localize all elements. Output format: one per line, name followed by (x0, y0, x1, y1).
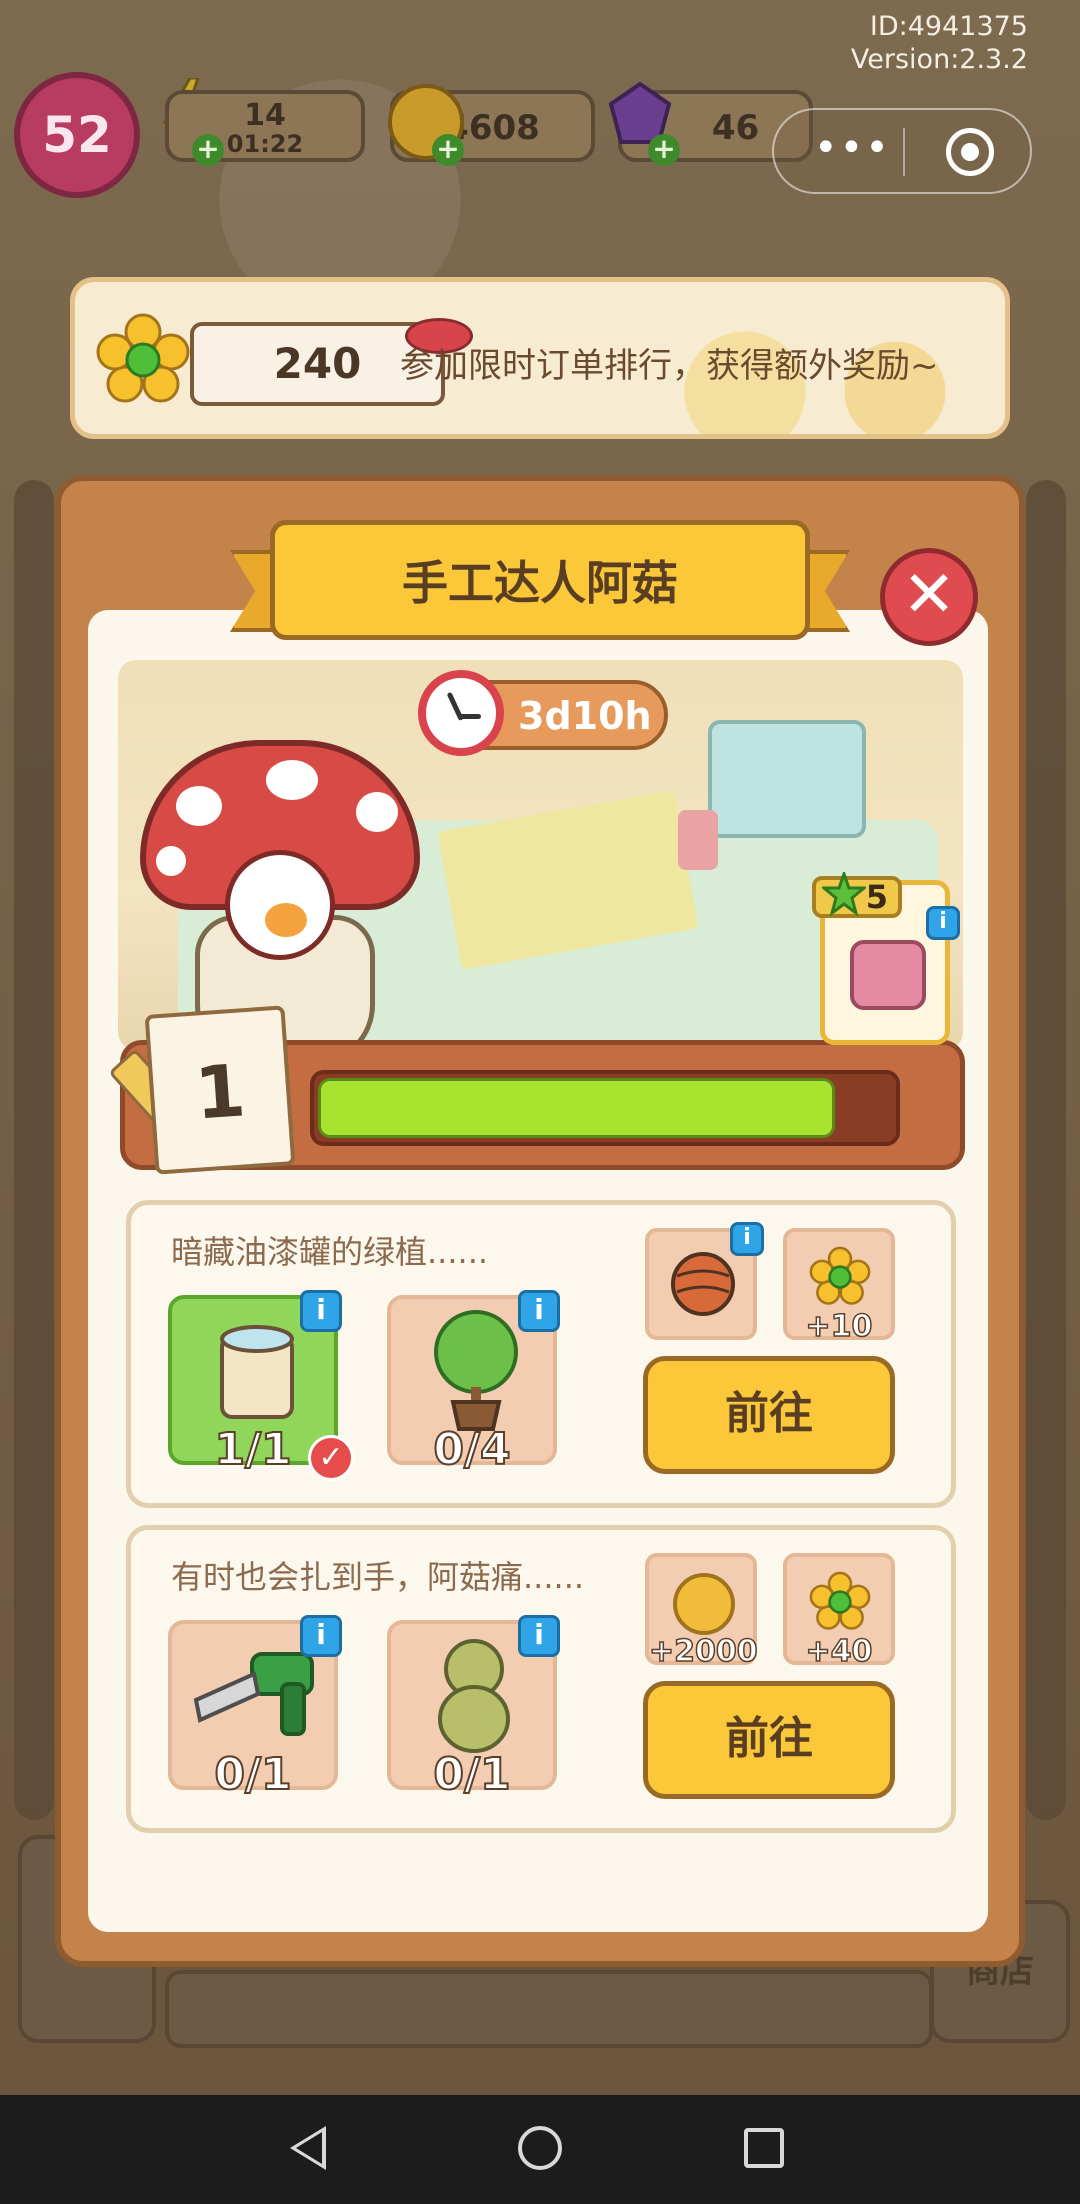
flower-icon (809, 1571, 871, 1630)
capsule-divider (903, 128, 905, 176)
background-board-left (14, 480, 54, 1820)
task-reward-slot[interactable]: +10 (783, 1228, 895, 1345)
add-energy-button[interactable]: + (192, 134, 224, 166)
scene-spool (678, 810, 718, 870)
task-reward-slot[interactable]: +2000 (645, 1553, 758, 1670)
info-icon[interactable]: i (730, 1222, 764, 1256)
task-reward-amount: +2000 (648, 1633, 758, 1670)
task-item-count: 0/1 (432, 1748, 511, 1801)
home-icon[interactable] (518, 2126, 562, 2170)
progress-level-card: 1 (144, 1005, 296, 1175)
ribbon-body: 手工达人阿菇 (270, 520, 810, 640)
yarn-bag-icon (671, 1252, 735, 1316)
event-timer-text: 3d10h (518, 694, 652, 738)
progress-level: 1 (192, 1048, 249, 1136)
info-icon[interactable]: i (518, 1290, 560, 1332)
task-description: 有时也会扎到手，阿菇痛...... (171, 1558, 585, 1596)
flower-icon (96, 313, 190, 403)
star-reward-value: 5 (865, 878, 888, 916)
progress-bar-fill (318, 1078, 835, 1138)
scene-basket (708, 720, 866, 838)
back-icon-inner (296, 2132, 322, 2164)
mushroom-beak (265, 903, 307, 937)
handbag-icon (850, 940, 926, 1010)
task-reward-amount: +40 (805, 1633, 873, 1670)
plush-bear-icon (438, 1639, 510, 1753)
paint-can-icon (220, 1325, 294, 1419)
add-gems-button[interactable]: + (648, 134, 680, 166)
add-coins-button[interactable]: + (432, 134, 464, 166)
level-number: 52 (42, 106, 112, 164)
task-item-count: 0/1 (213, 1748, 292, 1801)
close-miniprogram-icon[interactable] (946, 128, 994, 176)
go-button[interactable]: 前往 (643, 1356, 895, 1474)
clock-icon (418, 670, 504, 756)
background-board-right (1026, 480, 1066, 1820)
recent-apps-icon[interactable] (744, 2128, 784, 2168)
star-icon (822, 872, 866, 916)
completed-check-icon: ✓ (308, 1435, 354, 1481)
task-reward-amount: +10 (805, 1308, 873, 1345)
build-info: ID:4941375 Version:2.3.2 (851, 10, 1028, 76)
potted-plant-icon (434, 1310, 518, 1431)
progress-bar (310, 1070, 900, 1146)
panel-title-ribbon: 手工达人阿菇 (230, 520, 850, 648)
ranking-banner[interactable]: 240 参加限时订单排行，获得额外奖励~ (70, 277, 1010, 439)
background-tray (165, 1970, 933, 2048)
drill-saw-icon (193, 1652, 314, 1736)
info-icon[interactable]: i (518, 1615, 560, 1657)
go-button[interactable]: 前往 (643, 1681, 895, 1799)
version-label: Version:2.3.2 (850, 44, 1028, 75)
banner-text: 参加限时订单排行，获得额外奖励~ (400, 346, 939, 386)
panel-title: 手工达人阿菇 (402, 556, 678, 610)
task-description: 暗藏油漆罐的绿植...... (171, 1233, 489, 1271)
miniprogram-capsule: ••• (772, 108, 1032, 194)
event-timer: 3d10h (418, 670, 668, 756)
level-badge[interactable]: 52 (14, 72, 140, 198)
energy-value: 14 (244, 98, 286, 133)
stage-reward-info-icon[interactable]: i (926, 906, 960, 940)
flower-icon (809, 1246, 871, 1305)
task-reward-slot[interactable]: +40 (783, 1553, 895, 1670)
task-item-count: 0/4 (432, 1423, 511, 1476)
info-icon[interactable]: i (300, 1615, 342, 1657)
close-button[interactable]: ✕ (880, 548, 978, 646)
more-menu-icon[interactable]: ••• (814, 128, 891, 168)
player-id: ID:4941375 (869, 11, 1028, 42)
mushroom-face (225, 850, 335, 960)
coin-icon (673, 1573, 735, 1635)
info-icon[interactable]: i (300, 1290, 342, 1332)
